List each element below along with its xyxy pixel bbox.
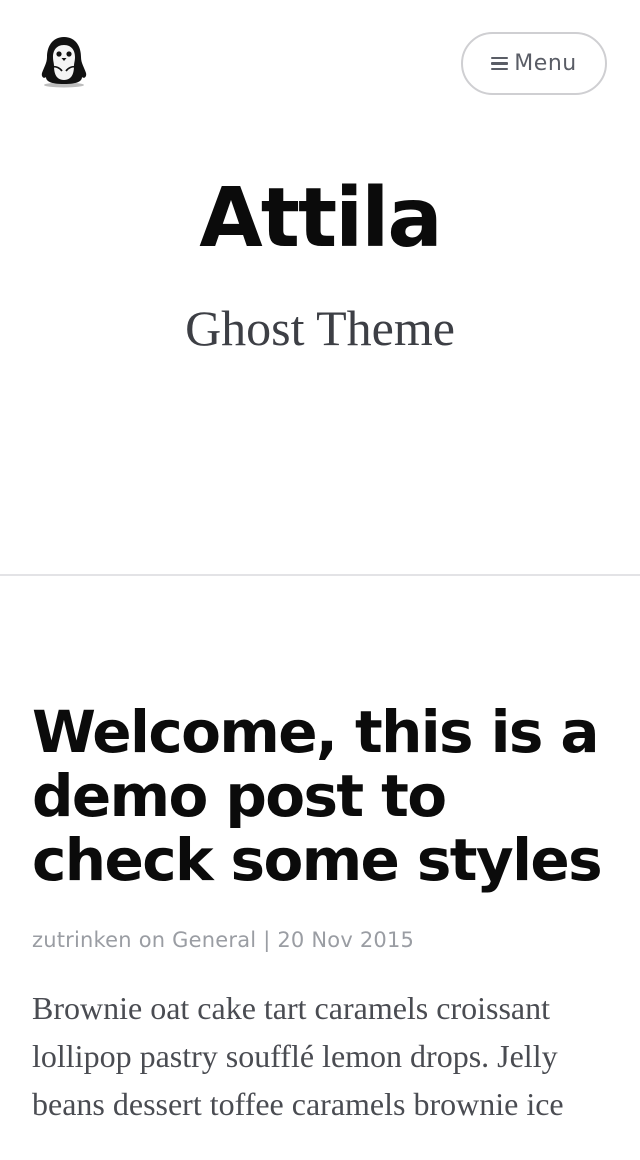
post-excerpt: Brownie oat cake tart caramels croissant… xyxy=(32,990,564,1122)
post-preview: Welcome, this is a demo post to check so… xyxy=(32,700,622,1160)
post-meta: zutrinken on General | 20 Nov 2015 xyxy=(32,928,622,952)
post-date: 20 Nov 2015 xyxy=(277,928,415,952)
section-divider xyxy=(0,574,640,576)
menu-label: Menu xyxy=(514,51,577,76)
site-hero: Attila Ghost Theme xyxy=(0,120,640,575)
site-logo[interactable] xyxy=(38,33,90,89)
site-subtitle: Ghost Theme xyxy=(185,300,455,356)
menu-button[interactable]: Menu xyxy=(461,32,607,95)
post-meta-on: on xyxy=(138,928,166,952)
hamburger-menu-icon xyxy=(491,56,509,71)
site-title[interactable]: Attila xyxy=(0,178,640,260)
site-header: Menu xyxy=(0,0,640,120)
post-author-link[interactable]: zutrinken xyxy=(32,928,132,952)
post-category-link[interactable]: General xyxy=(172,928,256,952)
post-title[interactable]: Welcome, this is a demo post to check so… xyxy=(32,700,622,892)
penguin-logo-icon xyxy=(41,37,87,88)
post-meta-separator: | xyxy=(263,928,271,952)
